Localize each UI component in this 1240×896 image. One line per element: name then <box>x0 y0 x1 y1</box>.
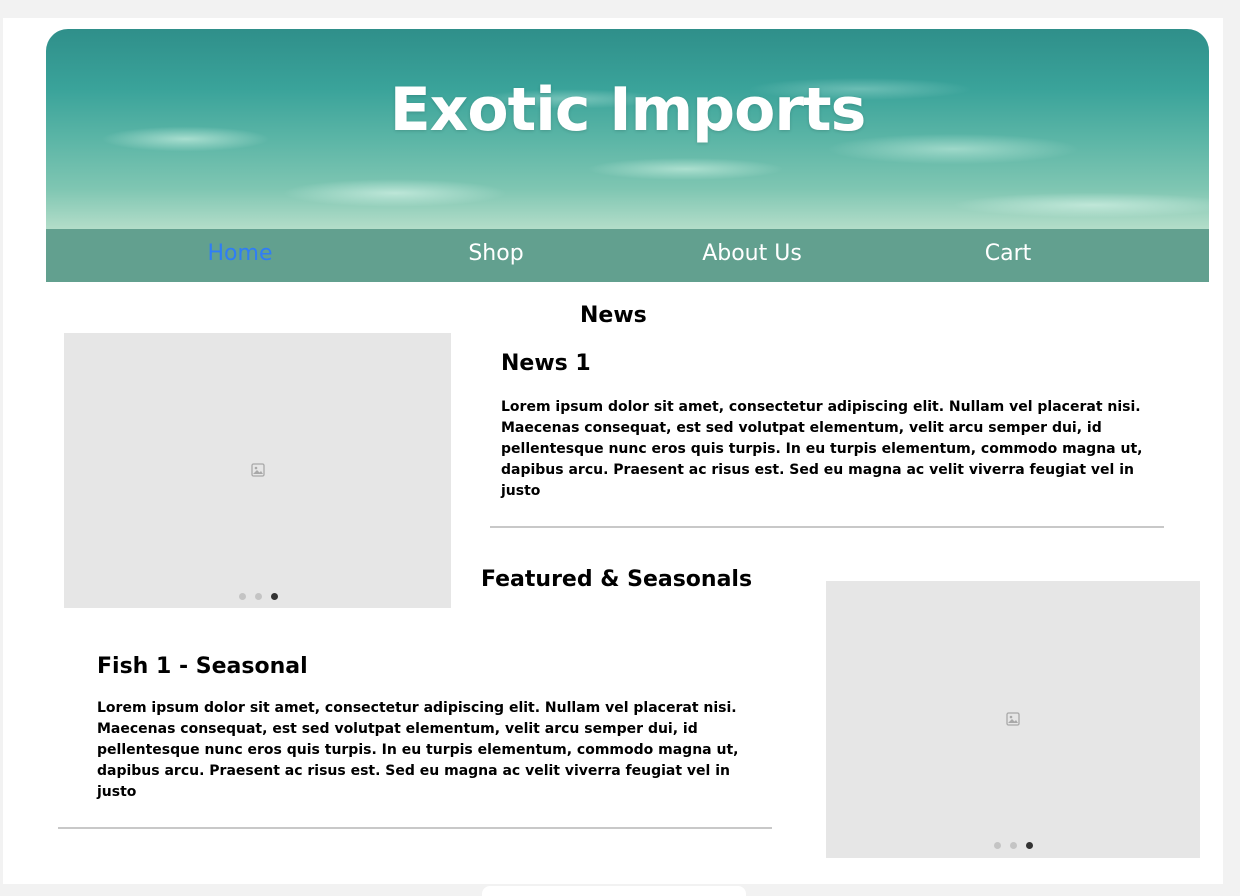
image-icon <box>251 463 265 477</box>
featured-article-title: Fish 1 - Seasonal <box>97 654 308 679</box>
featured-image-carousel[interactable] <box>826 581 1200 858</box>
news-image-carousel[interactable] <box>64 333 451 608</box>
featured-article-body: Lorem ipsum dolor sit amet, consectetur … <box>97 700 739 800</box>
news-carousel-dots <box>239 593 278 600</box>
image-icon <box>1006 712 1020 726</box>
news-article-title: News 1 <box>501 351 591 376</box>
main-nav: Home Shop About Us Cart <box>46 229 1209 282</box>
news-article-body: Lorem ipsum dolor sit amet, consectetur … <box>501 399 1143 499</box>
next-card-edge <box>482 886 746 896</box>
nav-about-us[interactable]: About Us <box>682 241 822 267</box>
carousel-dot[interactable] <box>1010 842 1017 849</box>
news-heading: News <box>580 303 647 328</box>
hero-banner: Exotic Imports <box>46 29 1209 229</box>
featured-heading: Featured & Seasonals <box>481 567 753 592</box>
carousel-dot[interactable] <box>239 593 246 600</box>
nav-home[interactable]: Home <box>170 241 310 267</box>
nav-shop[interactable]: Shop <box>426 241 566 267</box>
carousel-dot-active[interactable] <box>1026 842 1033 849</box>
featured-carousel-dots <box>994 842 1033 849</box>
carousel-dot[interactable] <box>994 842 1001 849</box>
site-title: Exotic Imports <box>389 75 867 145</box>
carousel-dot-active[interactable] <box>271 593 278 600</box>
news-divider <box>490 526 1164 528</box>
nav-cart[interactable]: Cart <box>938 241 1078 267</box>
featured-divider <box>58 827 772 829</box>
carousel-dot[interactable] <box>255 593 262 600</box>
